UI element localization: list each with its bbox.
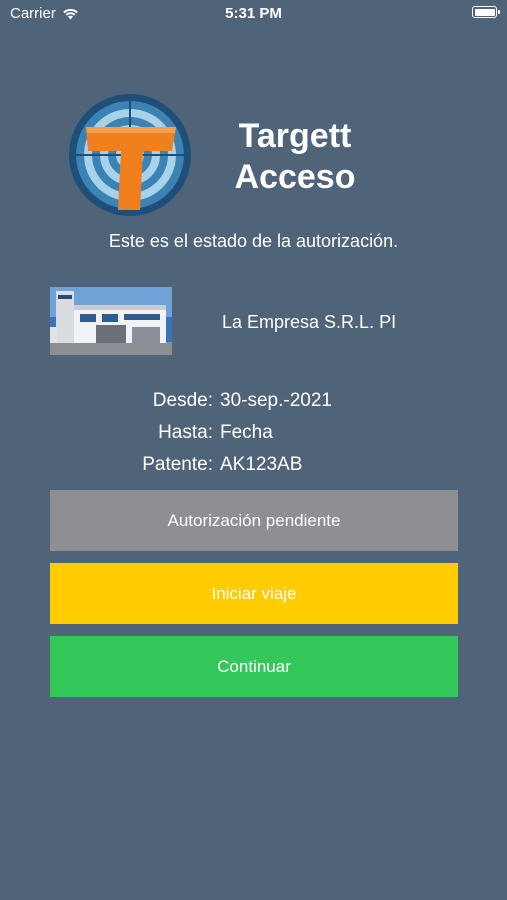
patente-row: Patente: AK123AB: [0, 453, 507, 477]
company-name: La Empresa S.R.L. PI: [222, 312, 397, 332]
hasta-row: Hasta: Fecha: [0, 421, 507, 445]
patente-label: Patente:: [142, 454, 213, 475]
app-title: Targett Acceso: [230, 116, 360, 198]
authorization-pending-button[interactable]: Autorización pendiente: [50, 490, 458, 551]
desde-value: 30-sep.-2021: [220, 390, 332, 411]
patente-value: AK123AB: [220, 454, 303, 475]
continue-button[interactable]: Continuar: [50, 636, 458, 697]
status-subtitle: Este es el estado de la autorización.: [108, 231, 399, 251]
app-title-line1: Targett: [238, 117, 352, 155]
hasta-label: Hasta:: [158, 422, 213, 443]
company-photo: [50, 287, 172, 355]
desde-row: Desde: 30-sep.-2021: [0, 389, 507, 413]
status-time: 5:31 PM: [225, 5, 282, 22]
battery-level: [474, 8, 495, 16]
app-title-line2: Acceso: [234, 158, 356, 196]
status-bar: Carrier 5:31 PM: [0, 0, 507, 30]
hasta-value: Fecha: [220, 422, 273, 443]
start-trip-button[interactable]: Iniciar viaje: [50, 563, 458, 624]
targett-logo: [69, 94, 191, 216]
desde-label: Desde:: [152, 390, 213, 411]
battery-icon: [472, 6, 500, 18]
